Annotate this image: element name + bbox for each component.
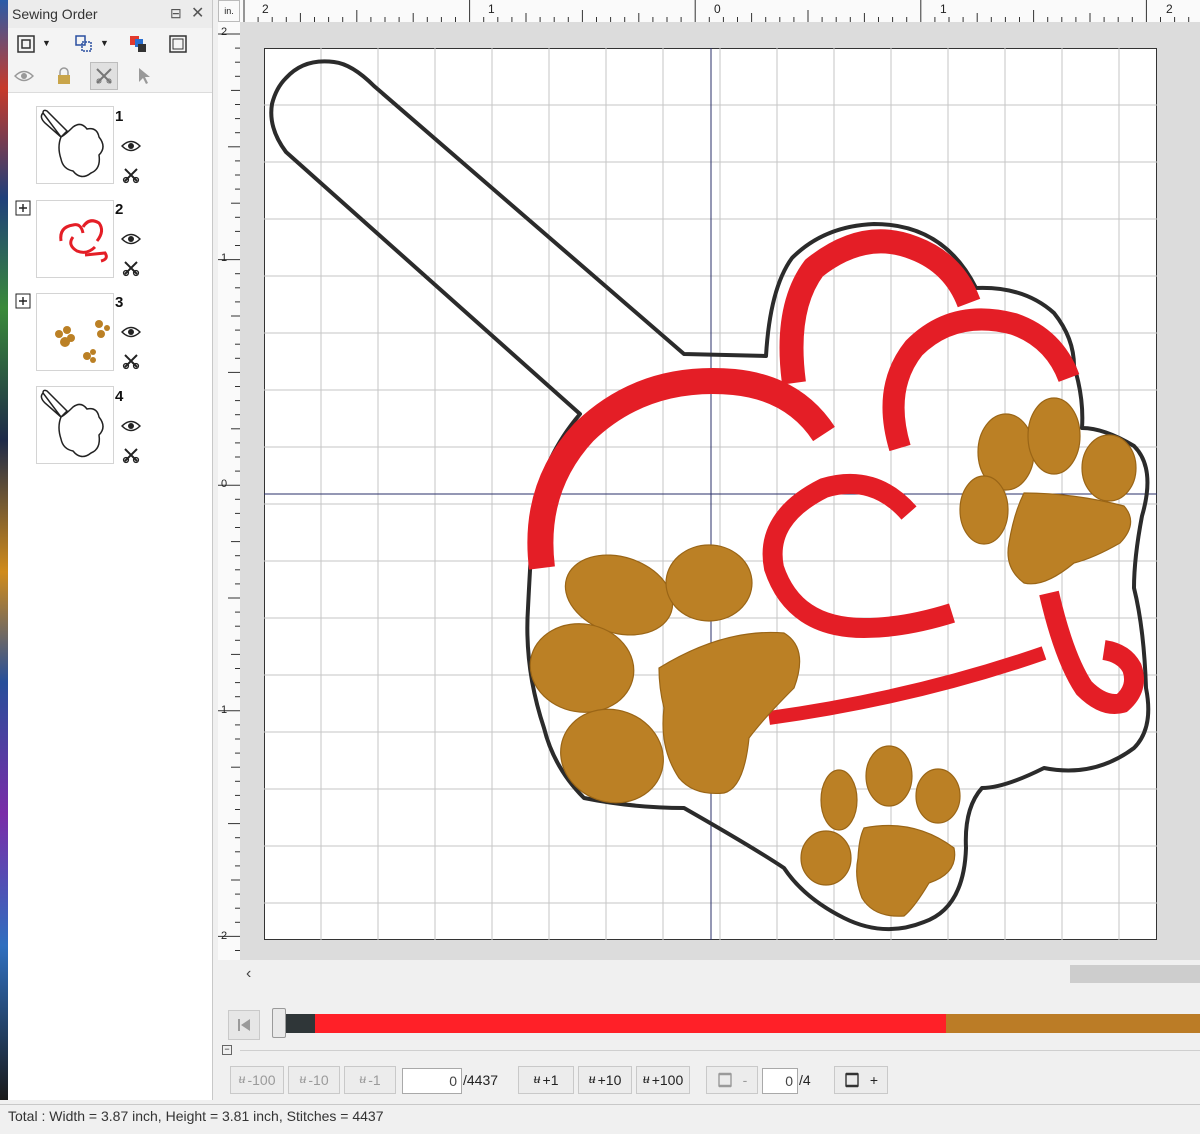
plus-100-button[interactable]: ʉ +100 bbox=[636, 1066, 690, 1094]
eye-icon[interactable] bbox=[121, 139, 141, 153]
panel-title-bar: Sewing Order ⊟ ✕ bbox=[8, 0, 212, 29]
close-icon[interactable]: ✕ bbox=[191, 3, 204, 23]
select-all-icon[interactable] bbox=[14, 32, 38, 56]
eye-icon[interactable] bbox=[121, 325, 141, 339]
pointer-icon[interactable] bbox=[132, 64, 156, 88]
color-sort-icon[interactable] bbox=[126, 32, 150, 56]
stitch-progress-bar[interactable] bbox=[272, 1014, 1200, 1033]
ruler-left-label: 1 bbox=[221, 704, 228, 716]
ruler-top-label: 2 bbox=[262, 2, 269, 16]
minus-100-button[interactable]: ʉ -100 bbox=[230, 1066, 284, 1094]
eye-icon[interactable] bbox=[121, 419, 141, 433]
horizontal-scrollbar[interactable] bbox=[240, 962, 1200, 986]
scissors-icon[interactable] bbox=[122, 446, 140, 464]
chevron-down-icon[interactable]: ▼ bbox=[42, 38, 51, 48]
expand-icon[interactable] bbox=[15, 200, 31, 216]
chevron-down-icon[interactable]: ▼ bbox=[100, 38, 109, 48]
ruler-top-label: 2 bbox=[1166, 2, 1173, 16]
ruler-unit: in. bbox=[218, 0, 240, 22]
scroll-left-icon[interactable]: ‹ bbox=[246, 965, 251, 983]
minus-1-button[interactable]: ʉ -1 bbox=[344, 1066, 396, 1094]
ruler-top-label: 0 bbox=[714, 2, 721, 16]
expand-icon[interactable] bbox=[15, 293, 31, 309]
sewing-item-number: 1 bbox=[115, 108, 124, 125]
stitch-counter-input[interactable]: 0 bbox=[402, 1068, 462, 1094]
ruler-left: 2 1 0 1 2 bbox=[218, 22, 241, 960]
sewing-item-thumbnail[interactable] bbox=[36, 293, 114, 371]
ruler-left-label: 0 bbox=[221, 478, 228, 490]
frame-icon[interactable] bbox=[166, 32, 190, 56]
frame-total: /4 bbox=[799, 1072, 811, 1088]
scissors-icon[interactable] bbox=[122, 166, 140, 184]
sewing-order-panel: Sewing Order ⊟ ✕ ▼ ▼ 1 2 3 4 bbox=[8, 0, 213, 1100]
sewing-item-number: 2 bbox=[115, 201, 124, 218]
frame-icon bbox=[845, 1072, 859, 1088]
eye-icon[interactable] bbox=[121, 232, 141, 246]
ruler-left-label: 2 bbox=[221, 930, 228, 942]
group-icon[interactable] bbox=[72, 32, 96, 56]
frame-plus-button[interactable]: + bbox=[834, 1066, 888, 1094]
sewing-item-thumbnail[interactable] bbox=[36, 386, 114, 464]
rewind-button[interactable] bbox=[228, 1010, 260, 1040]
divider bbox=[240, 1050, 1200, 1051]
scissors-icon[interactable] bbox=[122, 352, 140, 370]
status-text: Total : Width = 3.87 inch, Height = 3.81… bbox=[8, 1108, 384, 1124]
ruler-top-label: 1 bbox=[488, 2, 495, 16]
ruler-top: 2 1 0 1 2 bbox=[240, 0, 1200, 23]
sewing-item-thumbnail[interactable] bbox=[36, 200, 114, 278]
stitch-total: /4437 bbox=[463, 1072, 499, 1088]
embroidery-hoop-canvas[interactable] bbox=[264, 48, 1157, 940]
sewing-item-number: 3 bbox=[115, 294, 124, 311]
eye-icon[interactable] bbox=[12, 64, 36, 88]
frame-minus-button[interactable]: - bbox=[706, 1066, 758, 1094]
panel-title: Sewing Order bbox=[12, 6, 98, 22]
tools-icon[interactable] bbox=[90, 62, 118, 90]
frame-counter-input[interactable]: 0 bbox=[762, 1068, 798, 1094]
sewing-item-number: 4 bbox=[115, 388, 124, 405]
plus-10-button[interactable]: ʉ +10 bbox=[578, 1066, 632, 1094]
sewing-item-thumbnail[interactable] bbox=[36, 106, 114, 184]
color-segment bbox=[945, 1014, 1200, 1033]
color-segment bbox=[314, 1014, 946, 1033]
panel-toolbar-bottom bbox=[8, 60, 212, 93]
panel-toolbar-top: ▼ ▼ bbox=[8, 28, 212, 61]
plus-1-button[interactable]: ʉ +1 bbox=[518, 1066, 574, 1094]
ruler-left-label: 1 bbox=[221, 252, 228, 264]
scrollbar-thumb[interactable] bbox=[1070, 965, 1200, 983]
stitch-slider-handle[interactable] bbox=[272, 1008, 286, 1038]
desktop-edge-strip bbox=[0, 0, 8, 1100]
scissors-icon[interactable] bbox=[122, 259, 140, 277]
pin-icon[interactable]: ⊟ bbox=[170, 5, 182, 22]
minus-10-button[interactable]: ʉ -10 bbox=[288, 1066, 340, 1094]
ruler-left-label: 2 bbox=[221, 26, 228, 38]
lock-icon[interactable] bbox=[52, 64, 76, 88]
frame-icon bbox=[717, 1072, 732, 1088]
ruler-top-label: 1 bbox=[940, 2, 947, 16]
collapse-icon[interactable]: − bbox=[222, 1045, 232, 1055]
